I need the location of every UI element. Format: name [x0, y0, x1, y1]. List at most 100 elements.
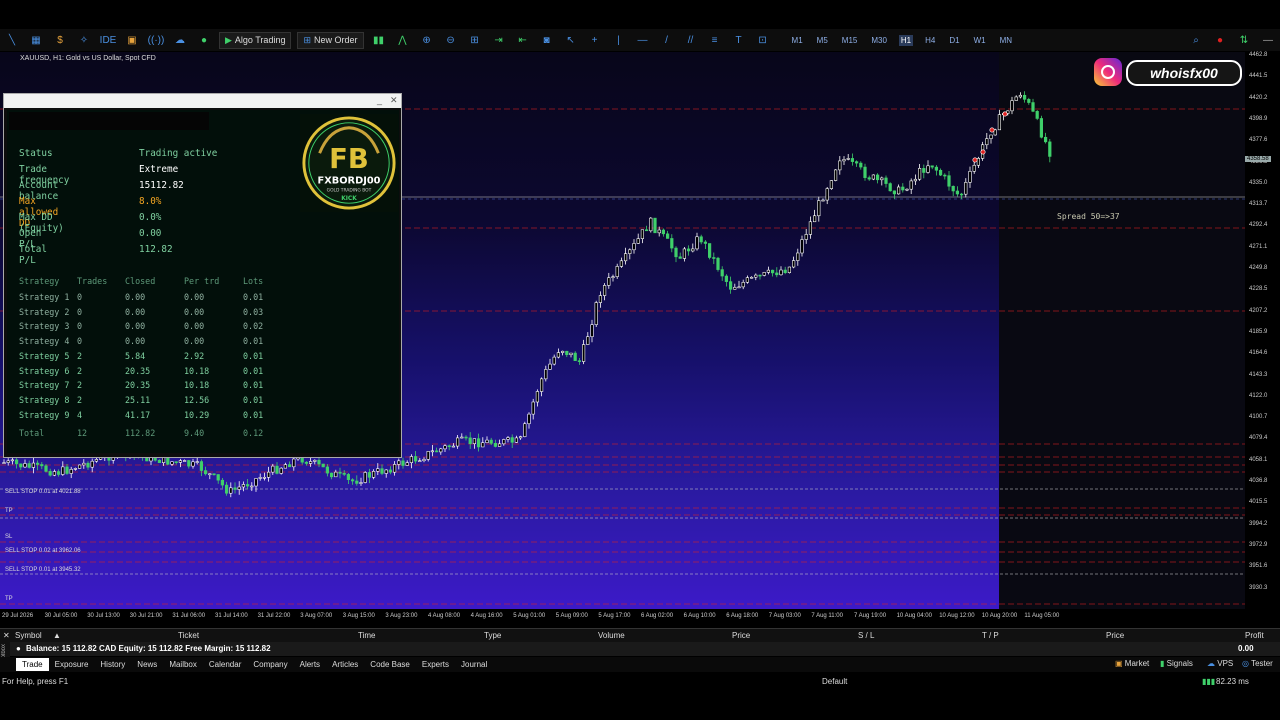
search-icon[interactable]: ⌕: [1189, 34, 1203, 46]
close-icon[interactable]: ✕: [390, 95, 398, 106]
tab-alerts[interactable]: Alerts: [294, 660, 326, 669]
timeframe-m15[interactable]: M15: [840, 35, 860, 46]
tab-code-base[interactable]: Code Base: [364, 660, 416, 669]
timeframe-w1[interactable]: W1: [972, 35, 988, 46]
trade-marker[interactable]: [989, 127, 995, 133]
tab-trade[interactable]: Trade: [16, 658, 49, 671]
signals-button[interactable]: ▮ Signals: [1160, 659, 1193, 668]
col-symbol[interactable]: Symbol: [15, 631, 42, 640]
connection-icon[interactable]: ⇅: [1237, 34, 1251, 46]
candle-body: [913, 178, 917, 182]
text-icon[interactable]: T: [732, 34, 746, 46]
market-icon: ▣: [1115, 659, 1123, 668]
trade-marker[interactable]: [980, 149, 986, 155]
table-header-col3: Per trd: [184, 276, 220, 286]
col-ticket[interactable]: Ticket: [178, 631, 199, 640]
tab-calendar[interactable]: Calendar: [203, 660, 247, 669]
tab-exposure[interactable]: Exposure: [49, 660, 95, 669]
tab-mailbox[interactable]: Mailbox: [163, 660, 203, 669]
fibonacci-icon[interactable]: ≡: [708, 34, 722, 46]
vps-button[interactable]: ☁ VPS: [1207, 659, 1233, 668]
timeframe-m1[interactable]: M1: [790, 35, 805, 46]
order-label-sl[interactable]: SL: [5, 534, 12, 540]
panel-titlebar[interactable]: _ ✕: [4, 94, 401, 108]
timeframe-mn[interactable]: MN: [998, 35, 1014, 46]
screenshot-icon[interactable]: ◙: [540, 34, 554, 46]
tab-news[interactable]: News: [131, 660, 163, 669]
candle-body: [44, 465, 48, 472]
timeframe-h1[interactable]: H1: [898, 34, 914, 46]
navigator-icon[interactable]: ✧: [77, 34, 91, 46]
terminal-close-icon[interactable]: ✕: [3, 631, 10, 640]
trade-marker[interactable]: [1002, 111, 1008, 117]
trendline-icon[interactable]: /: [660, 34, 674, 46]
col-volume[interactable]: Volume: [598, 631, 625, 640]
price-tick: 4313.7: [1249, 201, 1268, 208]
candle-body: [686, 248, 691, 252]
notification-icon[interactable]: ●: [1213, 34, 1227, 46]
col-type[interactable]: Type: [484, 631, 501, 640]
cursor-icon[interactable]: ↖: [564, 34, 578, 46]
order-label-tp-1[interactable]: TP: [5, 508, 13, 514]
market-button[interactable]: ▣ Market: [1115, 659, 1149, 668]
market-watch-icon[interactable]: $: [53, 34, 67, 46]
candle-body: [594, 302, 598, 325]
price-tick: 4398.9: [1249, 115, 1268, 122]
autoscroll-icon[interactable]: ⇥: [492, 34, 506, 46]
candle-body: [707, 243, 712, 258]
tab-experts[interactable]: Experts: [416, 660, 455, 669]
tab-articles[interactable]: Articles: [326, 660, 364, 669]
chart-type-icon[interactable]: ▦: [29, 34, 43, 46]
signal-icon[interactable]: ((·)): [148, 34, 165, 46]
vertical-line-icon[interactable]: |: [612, 34, 626, 46]
minimize-icon[interactable]: _: [377, 95, 382, 105]
channel-icon[interactable]: //: [684, 34, 698, 46]
candle-body: [35, 462, 40, 465]
horizontal-line-icon[interactable]: —: [636, 34, 650, 46]
line-chart-type-icon[interactable]: ⋀: [396, 34, 410, 46]
tab-company[interactable]: Company: [247, 660, 293, 669]
algo-trading-button[interactable]: ▶ Algo Trading: [219, 31, 292, 49]
timeframe-h4[interactable]: H4: [923, 35, 937, 46]
candle-body: [724, 275, 728, 282]
cloud-icon[interactable]: ☁: [173, 34, 187, 46]
new-order-button[interactable]: ⊞ New Order: [297, 31, 364, 49]
chart-shift-icon[interactable]: ⇤: [516, 34, 530, 46]
logo-kick: KICK: [341, 196, 357, 202]
timeframe-m5[interactable]: M5: [815, 35, 830, 46]
order-label-sell-stop-3[interactable]: SELL STOP 0.01 at 3945.32: [5, 567, 81, 573]
shapes-icon[interactable]: ⊡: [756, 34, 770, 46]
candle-body: [56, 471, 61, 475]
order-label-sell-stop-2[interactable]: SELL STOP 0.02 at 3962.06: [5, 548, 81, 554]
tab-history[interactable]: History: [94, 660, 131, 669]
col-tp[interactable]: T / P: [982, 631, 999, 640]
col-sl[interactable]: S / L: [858, 631, 874, 640]
minimize-window-icon[interactable]: —: [1261, 34, 1275, 46]
zoom-in-icon[interactable]: ⊕: [420, 34, 434, 46]
candle-body: [955, 190, 959, 195]
lock-icon[interactable]: ▣: [125, 34, 139, 46]
col-time[interactable]: Time: [358, 631, 375, 640]
timeframe-m30[interactable]: M30: [869, 35, 889, 46]
ide-icon[interactable]: IDE: [100, 34, 117, 46]
col-profit[interactable]: Profit: [1245, 631, 1264, 640]
order-label-tp-2[interactable]: TP: [5, 596, 13, 602]
trade-marker[interactable]: [972, 157, 978, 163]
col-price[interactable]: Price: [732, 631, 750, 640]
candle-body: [23, 463, 27, 468]
tester-button[interactable]: ◎ Tester: [1242, 659, 1273, 668]
zoom-out-icon[interactable]: ⊖: [444, 34, 458, 46]
bar-chart-icon[interactable]: ▮▮: [372, 34, 386, 46]
grid-icon[interactable]: ⊞: [468, 34, 482, 46]
candle-body: [871, 174, 875, 180]
profile-name[interactable]: Default: [822, 677, 847, 686]
tab-journal[interactable]: Journal: [455, 660, 493, 669]
ea-panel[interactable]: _ ✕ Status Trading active Trade frequency E…: [3, 93, 402, 458]
col-current-price[interactable]: Price: [1106, 631, 1124, 640]
crosshair-icon[interactable]: +: [588, 34, 602, 46]
candle-body: [670, 238, 674, 249]
globe-icon[interactable]: ●: [197, 34, 211, 46]
timeframe-d1[interactable]: D1: [947, 35, 961, 46]
order-label-sell-stop-1[interactable]: SELL STOP 0.01 at 4021.88: [5, 489, 81, 495]
line-chart-icon[interactable]: ╲: [5, 34, 19, 46]
